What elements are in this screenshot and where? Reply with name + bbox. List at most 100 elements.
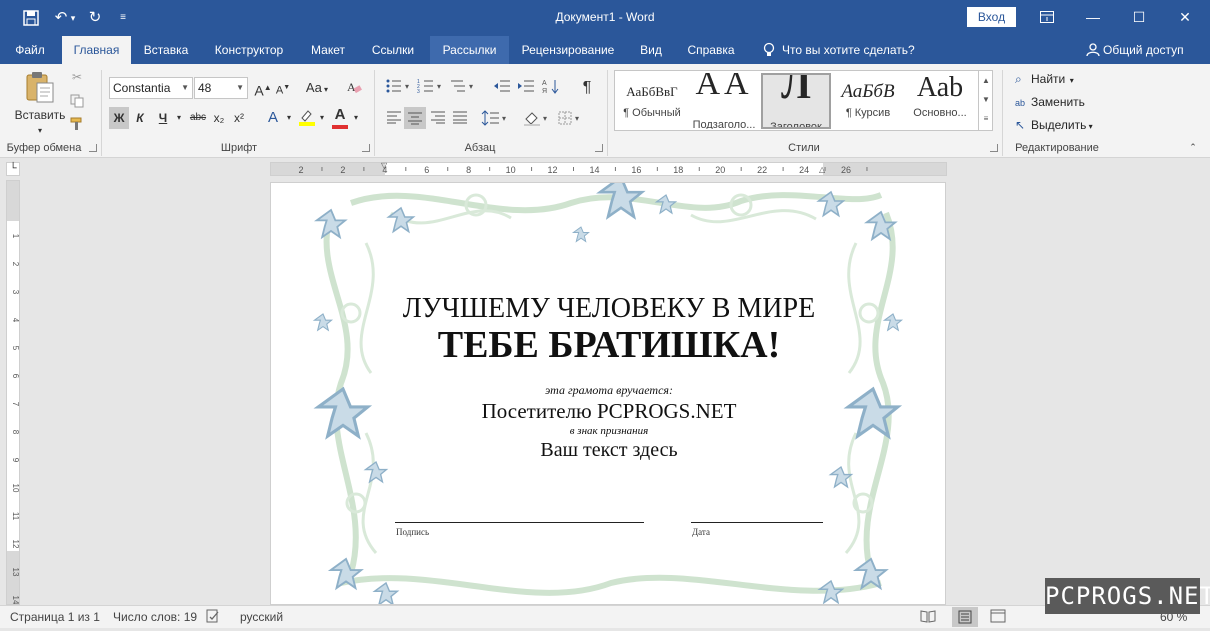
multilevel-list-icon[interactable]: ▾ — [448, 78, 478, 98]
font-color-dropdown-icon[interactable]: ▾ — [351, 107, 361, 129]
svg-text:3: 3 — [417, 89, 420, 94]
text-effects-button[interactable]: A — [262, 107, 284, 129]
style-name: Основно... — [913, 107, 967, 119]
indent-marker-icon[interactable]: ▽ — [381, 161, 387, 170]
font-launcher-icon[interactable] — [362, 144, 370, 152]
tab-mailings[interactable]: Рассылки — [430, 36, 509, 64]
scroll-down-icon[interactable]: ▼ — [979, 90, 993, 109]
cut-icon[interactable]: ✂ — [68, 70, 86, 88]
justify-icon[interactable] — [450, 110, 470, 130]
share-button[interactable]: Общий доступ — [1103, 36, 1191, 64]
close-icon[interactable]: ✕ — [1162, 0, 1208, 34]
tab-design[interactable]: Конструктор — [202, 36, 296, 64]
numbering-icon[interactable]: 1 2 3 ▾ — [416, 78, 446, 98]
title-bar: ↶ ▾ ↻ ≡ Документ1 - Word Вход — ☐ ✕ — [0, 0, 1210, 36]
tab-view[interactable]: Вид — [628, 36, 674, 64]
align-right-icon[interactable] — [428, 110, 448, 130]
paste-icon[interactable] — [22, 70, 58, 106]
ribbon-display-options-icon[interactable] — [1024, 0, 1070, 34]
underline-button[interactable]: Ч — [152, 107, 174, 129]
style-normal[interactable]: АаБбВвГ ¶ Обычный — [617, 73, 687, 129]
find-button[interactable]: ⌕ Найти ▾ — [1015, 69, 1074, 89]
language[interactable]: русский — [240, 609, 283, 625]
clipboard-launcher-icon[interactable] — [89, 144, 97, 152]
shrink-font-button[interactable]: A▼ — [274, 77, 292, 99]
font-size-value: 48 — [198, 81, 212, 95]
maximize-icon[interactable]: ☐ — [1116, 0, 1162, 34]
web-layout-icon[interactable] — [990, 609, 1006, 625]
signin-button[interactable]: Вход — [967, 7, 1016, 27]
style-title[interactable]: Л Заголовок — [761, 73, 831, 129]
styles-scroll[interactable]: ▲ ▼ ≡ — [978, 71, 993, 130]
clear-formatting-icon[interactable]: A — [344, 79, 364, 99]
bold-button[interactable]: Ж — [109, 107, 129, 129]
italic-button[interactable]: К — [131, 107, 149, 129]
paste-dropdown-icon[interactable]: ▾ — [30, 120, 50, 142]
highlight-icon[interactable] — [297, 108, 317, 128]
tab-insert[interactable]: Вставка — [134, 36, 198, 64]
decrease-indent-icon[interactable] — [492, 78, 512, 98]
style-subtitle[interactable]: АА Подзаголо... — [689, 73, 759, 129]
tab-selector-icon[interactable]: └ — [6, 162, 20, 176]
select-button[interactable]: ↖ Выделить ▾ — [1015, 115, 1093, 135]
align-left-icon[interactable] — [384, 110, 404, 130]
shading-icon[interactable]: ▾ — [522, 110, 552, 130]
tab-layout[interactable]: Макет — [300, 36, 356, 64]
editing-group-label: Редактирование — [1015, 142, 1099, 154]
collapse-ribbon-icon[interactable]: ⌃ — [1186, 142, 1200, 153]
ruler-label: 5 — [11, 346, 19, 351]
style-preview: Ааb — [916, 73, 964, 103]
text-effects-dropdown-icon[interactable]: ▾ — [284, 107, 294, 129]
page-count[interactable]: Страница 1 из 1 — [10, 609, 100, 625]
style-name: Заголовок — [770, 121, 822, 129]
tab-references[interactable]: Ссылки — [360, 36, 426, 64]
borders-icon[interactable]: ▾ — [556, 110, 586, 130]
divider — [607, 70, 608, 156]
underline-dropdown-icon[interactable]: ▾ — [174, 107, 184, 129]
tab-home[interactable]: Главная — [62, 36, 131, 64]
highlight-dropdown-icon[interactable]: ▾ — [317, 107, 327, 129]
subscript-button[interactable]: x₂ — [210, 107, 228, 129]
tab-review[interactable]: Рецензирование — [513, 36, 623, 64]
change-case-button[interactable]: Aa ▾ — [302, 77, 332, 99]
tab-file[interactable]: Файл — [4, 36, 56, 64]
align-center-icon[interactable] — [404, 107, 426, 129]
minimize-icon[interactable]: — — [1070, 0, 1116, 34]
line-spacing-icon[interactable]: ▾ — [480, 110, 510, 130]
ruler-label: 8 — [466, 165, 471, 175]
word-count[interactable]: Число слов: 19 — [113, 609, 197, 625]
style-emphasis[interactable]: АаБбВ ¶ Курсив — [833, 73, 903, 129]
change-case-icon: Aa — [305, 80, 322, 95]
style-body[interactable]: Ааb Основно... — [905, 73, 975, 129]
right-indent-marker-icon[interactable]: △ — [819, 165, 825, 174]
font-name-combo[interactable]: Constantia ▼ — [109, 77, 193, 99]
ruler-label: 24 — [799, 165, 809, 175]
paragraph-launcher-icon[interactable] — [595, 144, 603, 152]
superscript-button[interactable]: x² — [230, 107, 248, 129]
more-styles-icon[interactable]: ≡ — [979, 109, 993, 128]
format-painter-icon[interactable] — [68, 116, 86, 134]
select-label: Выделить — [1031, 118, 1087, 132]
svg-text:Я: Я — [542, 88, 547, 94]
strikethrough-button[interactable]: abc — [187, 107, 209, 129]
print-layout-icon[interactable] — [952, 607, 978, 627]
horizontal-ruler[interactable]: 2 2 4 6 8 10 12 14 16 18 20 22 24 26 ▽ △ — [270, 161, 947, 176]
proofing-icon[interactable] — [206, 609, 222, 625]
tab-help[interactable]: Справка — [678, 36, 744, 64]
increase-indent-icon[interactable] — [516, 78, 536, 98]
bullets-icon[interactable]: ▾ — [384, 78, 414, 98]
document-page[interactable]: ЛУЧШЕМУ ЧЕЛОВЕКУ В МИРЕ ТЕБЕ БРАТИШКА! э… — [270, 182, 946, 605]
sort-icon[interactable]: AЯ — [540, 78, 564, 98]
font-color-button[interactable]: A — [330, 104, 350, 126]
copy-icon[interactable] — [68, 94, 86, 112]
tell-me-input[interactable]: Что вы хотите сделать? — [782, 36, 922, 64]
replace-button[interactable]: ab Заменить — [1015, 92, 1085, 112]
styles-launcher-icon[interactable] — [990, 144, 998, 152]
read-mode-icon[interactable] — [920, 609, 936, 625]
grow-font-button[interactable]: A▲ — [254, 77, 272, 99]
scroll-up-icon[interactable]: ▲ — [979, 71, 993, 90]
show-formatting-button[interactable]: ¶ — [578, 77, 596, 99]
vertical-ruler[interactable]: 1234567891011121314 — [6, 180, 20, 605]
font-size-combo[interactable]: 48 ▼ — [194, 77, 248, 99]
svg-text:▾: ▾ — [437, 82, 441, 91]
